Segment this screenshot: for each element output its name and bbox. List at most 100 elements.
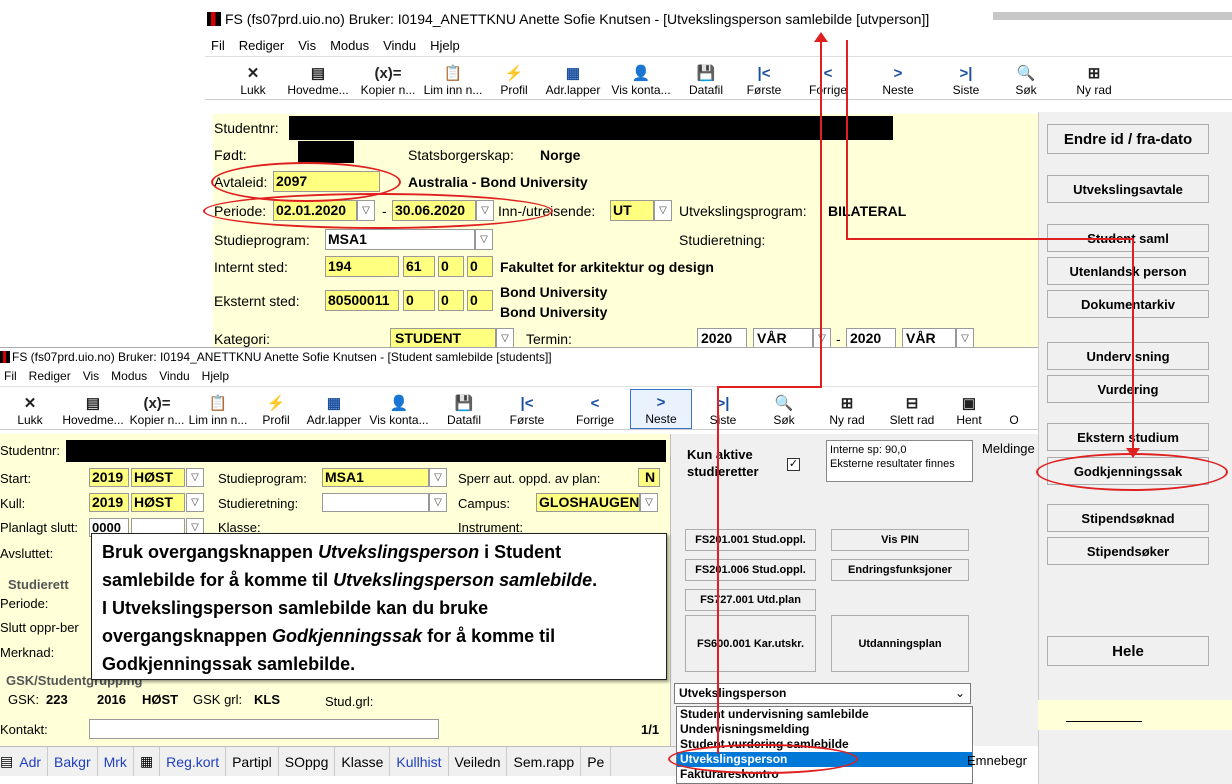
studieprogram-dropdown[interactable]: ▽	[429, 468, 447, 487]
eksternt-sted-field-4[interactable]: 0	[467, 290, 493, 311]
start-year-field[interactable]: 2019	[89, 468, 129, 487]
start-sem-field[interactable]: HØST	[131, 468, 185, 487]
toolbar-vis-konta-button[interactable]: 👤 Vis konta...	[605, 59, 677, 99]
toolbar-søk-button[interactable]: 🔍 Søk	[754, 389, 814, 429]
dropdown-option-student-undervisning-samlebilde[interactable]: Student undervisning samlebilde	[677, 707, 972, 722]
toolbar-neste-button[interactable]: > Neste	[863, 59, 933, 99]
internt-sted-field-4[interactable]: 0	[467, 256, 493, 277]
termin-to-dropdown[interactable]: ▽	[956, 328, 974, 349]
bottom-tab-kullhist[interactable]: Kullhist	[390, 747, 449, 776]
fs201-006-button[interactable]: FS201.006 Stud.oppl.	[685, 559, 816, 581]
toolbar-vis-konta-button[interactable]: 👤 Vis konta...	[364, 389, 434, 429]
toolbar-ny-rad-button[interactable]: ⊞ Ny rad	[814, 389, 880, 429]
toolbar-ny-rad-button[interactable]: ⊞ Ny rad	[1053, 59, 1135, 99]
eksternt-sted-field-3[interactable]: 0	[438, 290, 464, 311]
toolbar-hent-button[interactable]: ▣ Hent	[944, 389, 994, 429]
toolbar-første-button[interactable]: |< Første	[735, 59, 793, 99]
internt-sted-field-1[interactable]: 194	[325, 256, 399, 277]
emnebegr-tab[interactable]: Emnebegr	[967, 753, 1027, 768]
sperr-field[interactable]: N	[638, 468, 660, 487]
toolbar-forrige-button[interactable]: < Forrige	[560, 389, 630, 429]
eksternt-sted-field-2[interactable]: 0	[403, 290, 435, 311]
kun-aktive-checkbox[interactable]: ✓	[787, 458, 800, 471]
menu-modus[interactable]: Modus	[111, 369, 147, 383]
bottom-tab-bakgr[interactable]: Bakgr	[48, 747, 98, 776]
menu-vis[interactable]: Vis	[298, 38, 316, 53]
fs201-001-button[interactable]: FS201.001 Stud.oppl.	[685, 529, 816, 551]
dropdown-option-undervisningsmelding[interactable]: Undervisningsmelding	[677, 722, 972, 737]
menu-fil[interactable]: Fil	[4, 369, 17, 383]
menu-hjelp[interactable]: Hjelp	[430, 38, 460, 53]
bottom-tab-klasse[interactable]: Klasse	[335, 747, 391, 776]
endringsfunksjoner-button[interactable]: Endringsfunksjoner	[831, 559, 969, 581]
toolbar-datafil-button[interactable]: 💾 Datafil	[434, 389, 494, 429]
utdanningsplan-button[interactable]: Utdanningsplan	[831, 615, 969, 672]
start-sem-dropdown[interactable]: ▽	[186, 468, 204, 487]
menu-fil[interactable]: Fil	[211, 38, 225, 53]
toolbar-profil-button[interactable]: ⚡ Profil	[487, 59, 541, 99]
toolbar-kopier-n-button[interactable]: (x)= Kopier n...	[126, 389, 188, 429]
toolbar-hovedme-button[interactable]: ▤ Hovedme...	[279, 59, 357, 99]
bottom-tab-reg-kort[interactable]: Reg.kort	[160, 747, 227, 776]
toolbar-o-button[interactable]: O	[994, 389, 1034, 429]
campus-dropdown[interactable]: ▽	[640, 493, 658, 512]
toolbar-siste-button[interactable]: >| Siste	[933, 59, 999, 99]
toolbar-første-button[interactable]: |< Første	[494, 389, 560, 429]
vurdering-button[interactable]: Vurdering	[1047, 375, 1209, 403]
termin-from-year-field[interactable]: 2020	[697, 328, 747, 349]
fs600-001-button[interactable]: FS600.001 Kar.utskr.	[685, 615, 816, 672]
studieretning-dropdown[interactable]: ▽	[429, 493, 447, 512]
studieretning-field[interactable]	[322, 493, 429, 512]
ekstern-studium-button[interactable]: Ekstern studium	[1047, 423, 1209, 451]
toolbar-kopier-n-button[interactable]: (x)= Kopier n...	[357, 59, 419, 99]
kategori-field[interactable]: STUDENT	[390, 328, 496, 349]
termin-to-sem-field[interactable]: VÅR	[902, 328, 956, 349]
toolbar-adr-lapper-button[interactable]: ▦ Adr.lapper	[541, 59, 605, 99]
kategori-dropdown[interactable]: ▽	[496, 328, 514, 349]
menu-hjelp[interactable]: Hjelp	[202, 369, 229, 383]
utvekslingsavtale-button[interactable]: Utvekslingsavtale	[1047, 175, 1209, 203]
vis-pin-button[interactable]: Vis PIN	[831, 529, 969, 551]
dokumentarkiv-button[interactable]: Dokumentarkiv	[1047, 290, 1209, 318]
toolbar-hovedme-button[interactable]: ▤ Hovedme...	[60, 389, 126, 429]
inn-ut-dropdown[interactable]: ▽	[654, 200, 672, 221]
bottom-tab-adr[interactable]: Adr	[13, 747, 49, 776]
studieprogram-field[interactable]: MSA1	[322, 468, 429, 487]
bottom-tab-soppg[interactable]: SOppg	[279, 747, 336, 776]
inn-ut-field[interactable]: UT	[610, 200, 654, 221]
toolbar-lim-inn-n-button[interactable]: 📋 Lim inn n...	[188, 389, 248, 429]
menu-rediger[interactable]: Rediger	[29, 369, 71, 383]
menu-rediger[interactable]: Rediger	[239, 38, 285, 53]
toolbar-siste-button[interactable]: >| Siste	[692, 389, 754, 429]
stipendsøker-button[interactable]: Stipendsøker	[1047, 537, 1209, 565]
menu-vindu[interactable]: Vindu	[383, 38, 416, 53]
internt-sted-field-2[interactable]: 61	[403, 256, 435, 277]
toolbar-forrige-button[interactable]: < Forrige	[793, 59, 863, 99]
toolbar-neste-button[interactable]: > Neste	[630, 389, 692, 429]
eksternt-sted-field-1[interactable]: 80500011	[325, 290, 399, 311]
bottom-tab-mrk[interactable]: Mrk	[98, 747, 134, 776]
bottom-tab-veiledn[interactable]: Veiledn	[449, 747, 508, 776]
termin-to-year-field[interactable]: 2020	[846, 328, 896, 349]
toolbar-lukk-button[interactable]: ✕ Lukk	[227, 59, 279, 99]
menu-modus[interactable]: Modus	[330, 38, 369, 53]
utenlandsk-person-button[interactable]: Utenlandsk person	[1047, 257, 1209, 285]
bottom-tab-grid-icon[interactable]: ▦	[134, 747, 161, 776]
toolbar-datafil-button[interactable]: 💾 Datafil	[677, 59, 735, 99]
termin-from-sem-field[interactable]: VÅR	[753, 328, 813, 349]
bottom-tab-partipl[interactable]: Partipl	[226, 747, 279, 776]
menu-vindu[interactable]: Vindu	[159, 369, 189, 383]
internt-sted-field-3[interactable]: 0	[438, 256, 464, 277]
hele-button[interactable]: Hele	[1047, 636, 1209, 666]
menu-vis[interactable]: Vis	[83, 369, 99, 383]
kull-year-field[interactable]: 2019	[89, 493, 129, 512]
kull-sem-field[interactable]: HØST	[131, 493, 185, 512]
bottom-tab-sem-rapp[interactable]: Sem.rapp	[507, 747, 582, 776]
studieprogram-dropdown[interactable]: ▽	[475, 229, 493, 250]
toolbar-slett-rad-button[interactable]: ⊟ Slett rad	[880, 389, 944, 429]
undervisning-button[interactable]: Undervisning	[1047, 342, 1209, 370]
stipendsøknad-button[interactable]: Stipendsøknad	[1047, 504, 1209, 532]
toolbar-lukk-button[interactable]: ✕ Lukk	[0, 389, 60, 429]
toolbar-søk-button[interactable]: 🔍 Søk	[999, 59, 1053, 99]
toolbar-adr-lapper-button[interactable]: ▦ Adr.lapper	[304, 389, 364, 429]
